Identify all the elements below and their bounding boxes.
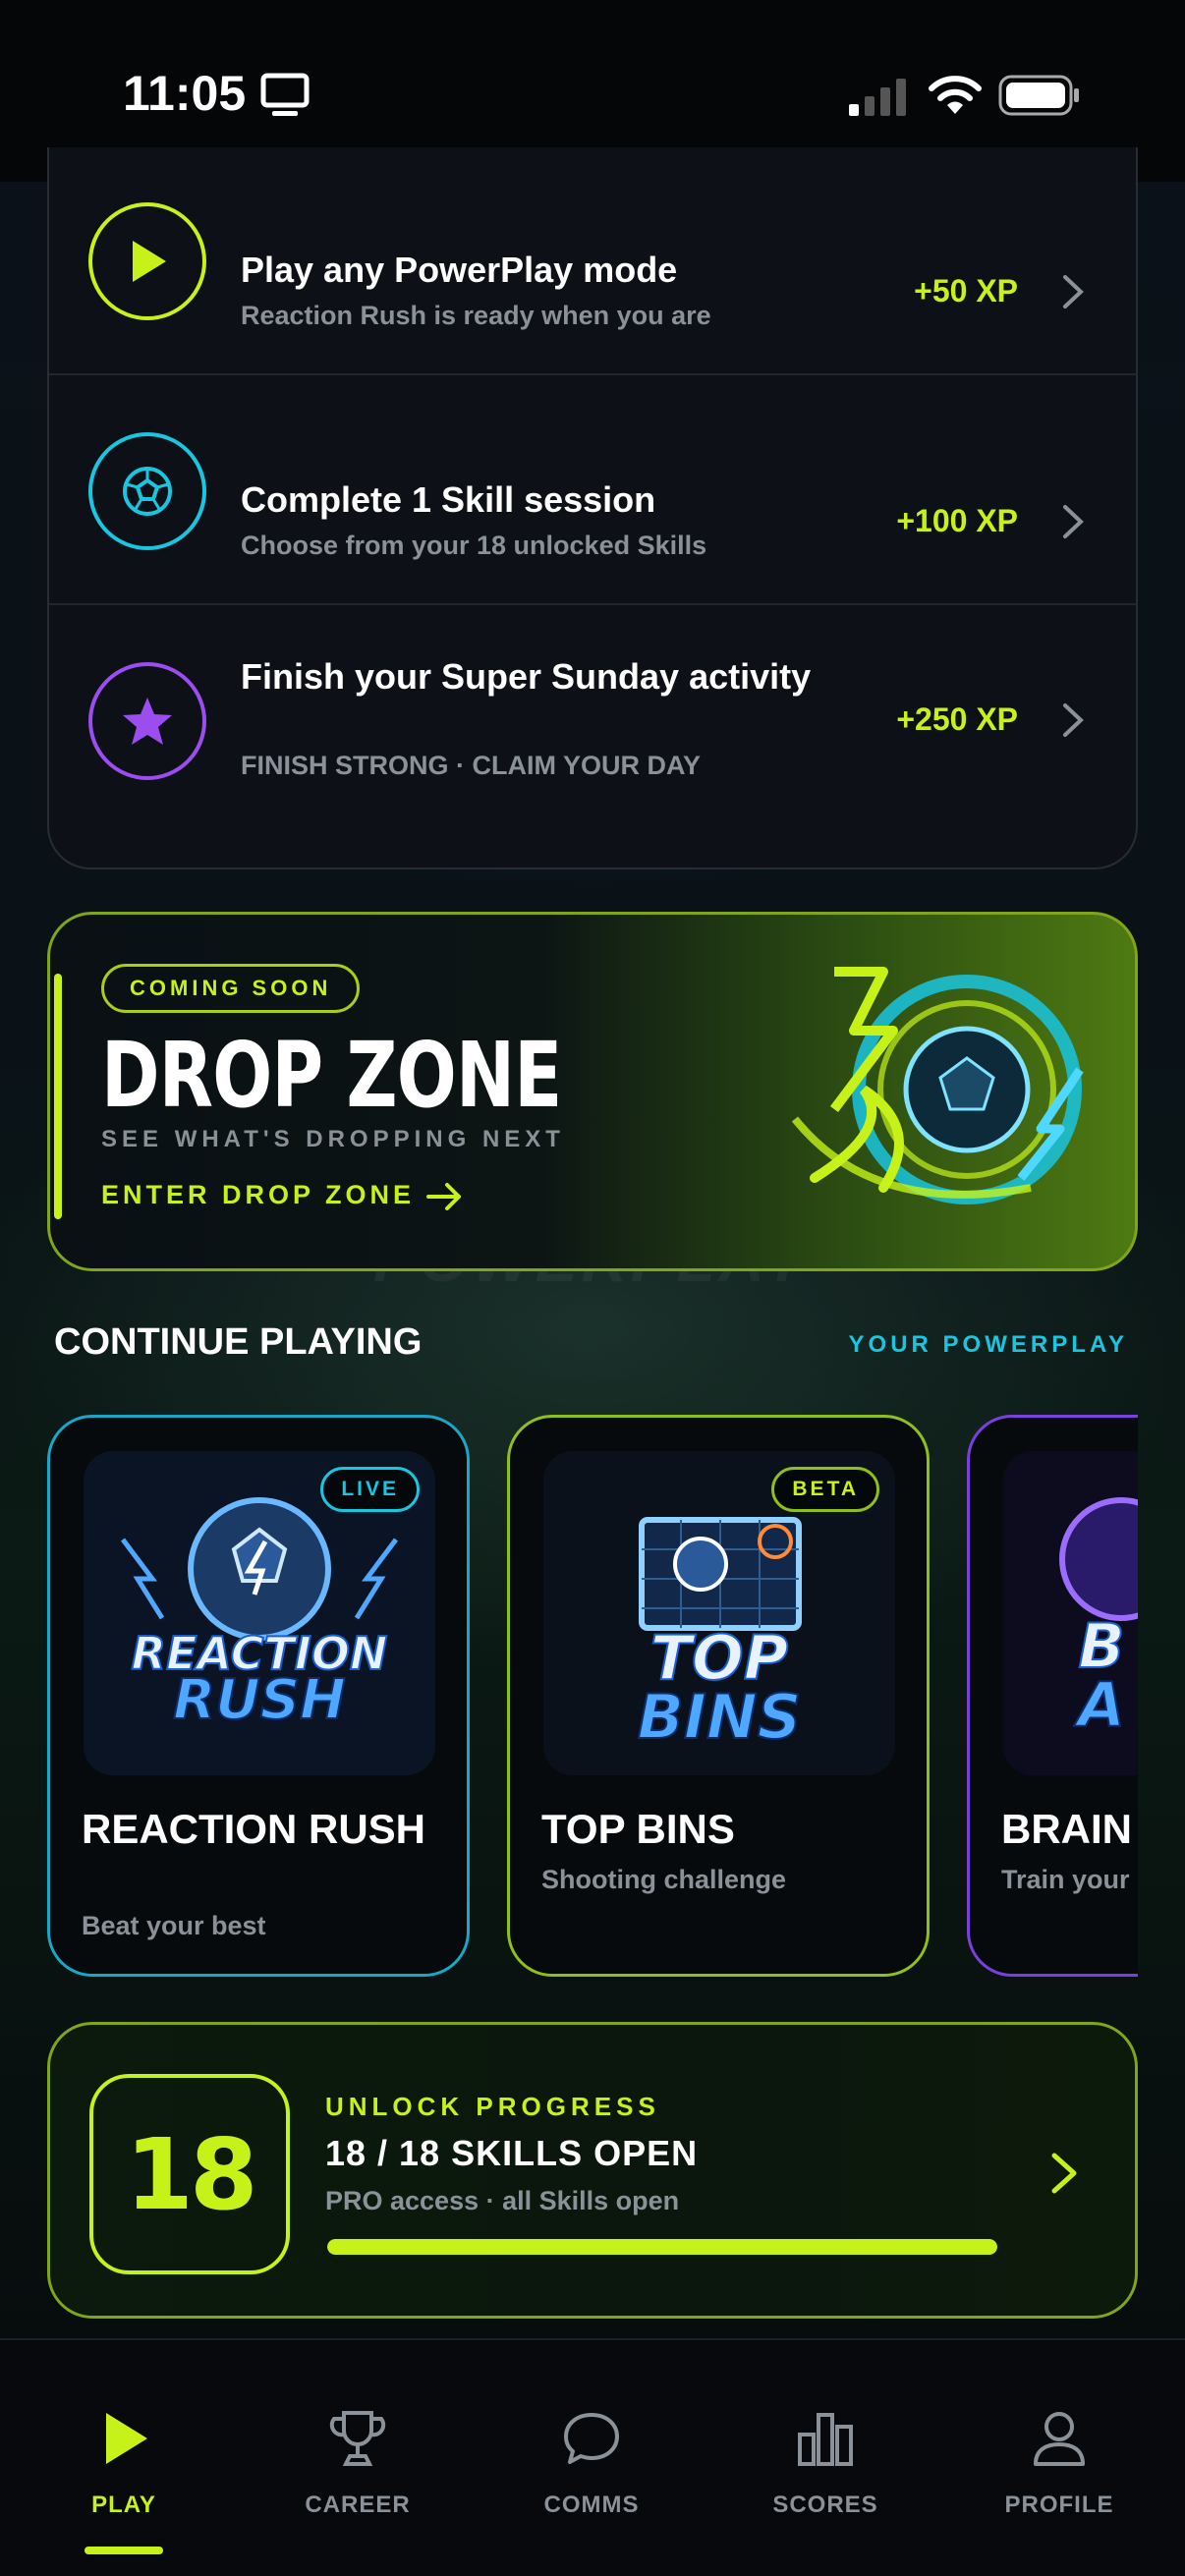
tab-scores[interactable]: SCORES xyxy=(727,2340,924,2537)
star-icon xyxy=(88,662,206,780)
your-powerplay-link[interactable]: YOUR POWERPLAY xyxy=(849,1331,1128,1359)
chat-icon xyxy=(564,2413,619,2464)
tab-label: CAREER xyxy=(305,2492,411,2518)
tab-label: SCORES xyxy=(772,2492,878,2518)
unlock-progress-bar xyxy=(327,2239,997,2255)
chevron-right-icon xyxy=(1063,505,1084,538)
mission-subtitle: Choose from your 18 unlocked Skills xyxy=(241,531,707,560)
mission-title: Play any PowerPlay mode xyxy=(241,250,678,290)
tab-comms[interactable]: COMMS xyxy=(493,2340,690,2537)
enter-drop-zone-link[interactable]: ENTER DROP ZONE xyxy=(101,1180,415,1210)
live-badge: LIVE xyxy=(320,1467,420,1512)
game-subtitle: Beat your best xyxy=(82,1911,266,1940)
chevron-right-icon xyxy=(1051,2153,1077,2194)
tab-label: PLAY xyxy=(91,2492,156,2518)
mission-row-skill[interactable]: Complete 1 Skill session Choose from you… xyxy=(49,377,1136,605)
mission-xp: +250 XP xyxy=(896,701,1018,737)
brain-art: B A xyxy=(1003,1451,1138,1775)
status-time: 11:05 xyxy=(123,66,247,121)
wifi-icon xyxy=(929,76,982,114)
accent-bar xyxy=(54,974,62,1219)
mission-xp: +50 XP xyxy=(914,273,1018,308)
screen-mirroring-icon xyxy=(260,73,310,116)
game-subtitle: Train your xyxy=(1001,1865,1130,1894)
play-icon xyxy=(106,2413,147,2464)
trophy-icon xyxy=(329,2411,386,2466)
game-card-brain[interactable]: B A BRAIN Train your xyxy=(967,1415,1138,1977)
game-card-reaction-rush[interactable]: REACTION RUSH LIVE REACTION RUSH Beat yo… xyxy=(47,1415,470,1977)
unlock-progress-label: UNLOCK PROGRESS xyxy=(325,2092,660,2121)
unlock-progress-subtitle: PRO access · all Skills open xyxy=(325,2186,680,2215)
active-tab-indicator xyxy=(85,2547,163,2554)
play-icon xyxy=(88,202,206,320)
chevron-right-icon xyxy=(1063,275,1084,308)
beta-badge: BETA xyxy=(771,1467,879,1512)
tab-career[interactable]: CAREER xyxy=(259,2340,456,2537)
unlock-progress-card[interactable]: 18 UNLOCK PROGRESS 18 / 18 SKILLS OPEN P… xyxy=(47,2022,1138,2319)
soccer-ball-icon xyxy=(88,432,206,550)
art-text-line-2: BINS xyxy=(638,1681,802,1753)
cellular-signal-icon xyxy=(849,79,906,116)
mission-row-powerplay[interactable]: Play any PowerPlay mode Reaction Rush is… xyxy=(49,147,1136,375)
mission-row-super-sunday[interactable]: Finish your Super Sunday activity FINISH… xyxy=(49,607,1136,835)
unlock-progress-fill xyxy=(327,2239,997,2255)
chevron-right-icon xyxy=(1063,703,1084,737)
coming-soon-badge: COMING SOON xyxy=(101,964,361,1013)
person-icon xyxy=(1034,2412,1085,2466)
bar-chart-icon xyxy=(798,2413,853,2466)
daily-missions-card: Play any PowerPlay mode Reaction Rush is… xyxy=(47,147,1138,869)
drop-zone-subtitle: SEE WHAT'S DROPPING NEXT xyxy=(101,1126,565,1152)
drop-zone-title: DROP ZONE xyxy=(101,1023,562,1128)
arrow-right-icon xyxy=(426,1183,461,1210)
mission-subtitle: FINISH STRONG · CLAIM YOUR DAY xyxy=(241,751,702,780)
continue-playing-heading: CONTINUE PLAYING xyxy=(54,1321,423,1363)
tab-label: PROFILE xyxy=(1004,2492,1114,2518)
tab-profile[interactable]: PROFILE xyxy=(961,2340,1157,2537)
mission-title: Complete 1 Skill session xyxy=(241,479,656,520)
battery-icon xyxy=(998,75,1079,116)
game-card-top-bins[interactable]: TOP BINS BETA TOP BINS Shooting challeng… xyxy=(507,1415,930,1977)
tab-label: COMMS xyxy=(543,2492,640,2518)
drop-zone-banner[interactable]: COMING SOON DROP ZONE SEE WHAT'S DROPPIN… xyxy=(47,912,1138,1271)
game-title: REACTION RUSH xyxy=(82,1806,426,1852)
art-text-line-2: RUSH xyxy=(173,1668,346,1732)
game-subtitle: Shooting challenge xyxy=(541,1865,787,1894)
mission-xp: +100 XP xyxy=(896,503,1018,538)
mission-title: Finish your Super Sunday activity xyxy=(241,656,812,697)
skills-count-box: 18 xyxy=(89,2074,290,2274)
game-title: BRAIN xyxy=(1001,1806,1132,1852)
drop-zone-ball-art xyxy=(791,967,1084,1204)
unlock-progress-title: 18 / 18 SKILLS OPEN xyxy=(325,2133,699,2173)
art-text-line-2: A xyxy=(1073,1669,1125,1741)
game-title: TOP BINS xyxy=(541,1806,735,1852)
bottom-tab-bar: PLAY CAREER COMMS SCORES PROFILE xyxy=(0,2338,1185,2576)
games-carousel[interactable]: REACTION RUSH LIVE REACTION RUSH Beat yo… xyxy=(0,1405,1138,1994)
tab-play[interactable]: PLAY xyxy=(26,2340,222,2554)
mission-subtitle: Reaction Rush is ready when you are xyxy=(241,301,711,330)
